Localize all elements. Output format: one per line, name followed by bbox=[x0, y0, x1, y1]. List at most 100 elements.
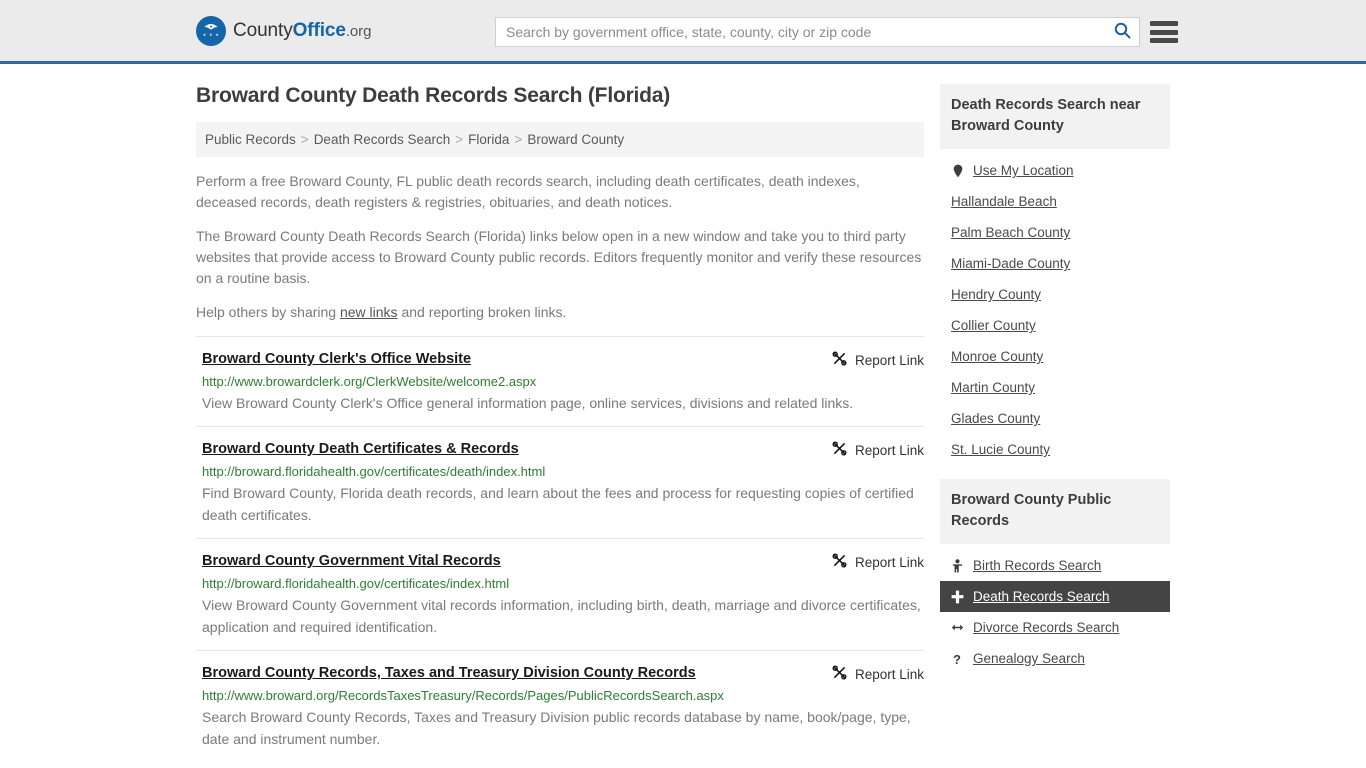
logo-county-text: County bbox=[233, 19, 293, 41]
breadcrumb-item-broward-county[interactable]: Broward County bbox=[527, 132, 624, 147]
site-logo[interactable]: CountyOffice.org bbox=[196, 15, 371, 46]
result-item: Broward County Death Certificates & Reco… bbox=[196, 426, 924, 538]
question-mark-icon: ? bbox=[951, 652, 964, 666]
sidebar-item-monroe-county[interactable]: Monroe County bbox=[940, 341, 1170, 372]
baby-icon bbox=[951, 558, 964, 573]
search-bar[interactable] bbox=[495, 17, 1140, 47]
public-records-panel-heading: Broward County Public Records bbox=[940, 479, 1170, 544]
sidebar-item-label: Genealogy Search bbox=[973, 651, 1085, 666]
sidebar-item-label: Glades County bbox=[951, 411, 1041, 426]
sidebar-item-divorce-records-search[interactable]: Divorce Records Search bbox=[940, 612, 1170, 643]
public-records-list: Birth Records Search Death Records Searc… bbox=[940, 544, 1170, 678]
sidebar-item-collier-county[interactable]: Collier County bbox=[940, 310, 1170, 341]
report-link-button[interactable]: Report Link bbox=[812, 350, 924, 369]
page-title: Broward County Death Records Search (Flo… bbox=[196, 84, 671, 107]
double-arrow-icon bbox=[951, 622, 964, 633]
result-url[interactable]: http://www.broward.org/RecordsTaxesTreas… bbox=[202, 687, 924, 704]
result-item: Broward County Records, Taxes and Treasu… bbox=[196, 650, 924, 762]
report-link-button[interactable]: Report Link bbox=[812, 552, 924, 571]
sidebar-item-label: Martin County bbox=[951, 380, 1036, 395]
sidebar-item-hallandale-beach[interactable]: Hallandale Beach bbox=[940, 186, 1170, 217]
hamburger-bar bbox=[1150, 21, 1178, 26]
sidebar-item-label: Birth Records Search bbox=[973, 558, 1102, 573]
nearby-links-list: Use My Location Hallandale Beach Palm Be… bbox=[940, 149, 1170, 469]
hamburger-bar bbox=[1150, 38, 1178, 43]
logo-org-text: .org bbox=[345, 22, 372, 40]
intro-paragraph-3: Help others by sharing new links and rep… bbox=[196, 302, 924, 323]
sidebar-item-label: Divorce Records Search bbox=[973, 620, 1120, 635]
sidebar-item-label: Hallandale Beach bbox=[951, 194, 1057, 209]
result-title-link[interactable]: Broward County Government Vital Records bbox=[202, 552, 501, 571]
sidebar-item-label: Collier County bbox=[951, 318, 1036, 333]
map-pin-icon bbox=[951, 164, 964, 178]
report-link-button[interactable]: Report Link bbox=[812, 440, 924, 459]
result-url[interactable]: http://broward.floridahealth.gov/certifi… bbox=[202, 463, 924, 480]
sidebar-item-label: Monroe County bbox=[951, 349, 1044, 364]
result-url[interactable]: http://www.browardclerk.org/ClerkWebsite… bbox=[202, 373, 924, 390]
breadcrumb-item-public-records[interactable]: Public Records bbox=[205, 132, 296, 147]
intro-text: Perform a free Broward County, FL public… bbox=[196, 171, 924, 323]
broken-link-icon bbox=[832, 441, 847, 459]
cross-icon bbox=[951, 590, 964, 604]
sidebar-item-hendry-county[interactable]: Hendry County bbox=[940, 279, 1170, 310]
result-description: Find Broward County, Florida death recor… bbox=[202, 485, 914, 523]
sidebar-item-birth-records-search[interactable]: Birth Records Search bbox=[940, 550, 1170, 581]
svg-text:?: ? bbox=[953, 652, 961, 666]
logo-office-text: Office bbox=[292, 19, 346, 41]
broken-link-icon bbox=[832, 553, 847, 571]
breadcrumb: Public Records > Death Records Search > Flor… bbox=[196, 122, 924, 157]
result-url[interactable]: http://broward.floridahealth.gov/certifi… bbox=[202, 575, 924, 592]
result-item: Broward County Government Vital Records … bbox=[196, 538, 924, 650]
sidebar-item-martin-county[interactable]: Martin County bbox=[940, 372, 1170, 403]
report-link-label: Report Link bbox=[854, 352, 924, 368]
sidebar-item-label: Death Records Search bbox=[973, 589, 1110, 604]
result-title-link[interactable]: Broward County Clerk's Office Website bbox=[202, 350, 471, 369]
sidebar-item-miami-dade-county[interactable]: Miami-Dade County bbox=[940, 248, 1170, 279]
search-icon bbox=[1114, 22, 1131, 42]
search-button[interactable] bbox=[1105, 18, 1139, 46]
sidebar-item-label: Palm Beach County bbox=[951, 225, 1071, 240]
sidebar-item-label: Hendry County bbox=[951, 287, 1042, 302]
share-text-after: and reporting broken links. bbox=[397, 304, 567, 320]
sidebar-item-st-lucie-county[interactable]: St. Lucie County bbox=[940, 434, 1170, 465]
breadcrumb-item-death-records-search[interactable]: Death Records Search bbox=[314, 132, 451, 147]
broken-link-icon bbox=[832, 351, 847, 369]
sidebar-item-label: St. Lucie County bbox=[951, 442, 1051, 457]
report-link-label: Report Link bbox=[854, 442, 924, 458]
result-item: Broward County Clerk's Office Website Re… bbox=[196, 336, 924, 426]
intro-paragraph-2: The Broward County Death Records Search … bbox=[196, 228, 922, 286]
eagle-shield-logo-icon bbox=[196, 15, 226, 46]
sidebar-item-label: Use My Location bbox=[973, 163, 1074, 178]
report-link-button[interactable]: Report Link bbox=[812, 664, 924, 683]
breadcrumb-separator: > bbox=[514, 132, 523, 147]
search-input[interactable] bbox=[496, 24, 1105, 40]
sidebar-item-glades-county[interactable]: Glades County bbox=[940, 403, 1170, 434]
result-title-link[interactable]: Broward County Records, Taxes and Treasu… bbox=[202, 664, 696, 683]
result-description: Search Broward County Records, Taxes and… bbox=[202, 709, 911, 747]
result-title-link[interactable]: Broward County Death Certificates & Reco… bbox=[202, 440, 519, 459]
intro-paragraph-1: Perform a free Broward County, FL public… bbox=[196, 173, 860, 210]
breadcrumb-separator: > bbox=[300, 132, 309, 147]
sidebar-item-genealogy-search[interactable]: ? Genealogy Search bbox=[940, 643, 1170, 674]
report-link-label: Report Link bbox=[854, 554, 924, 570]
report-link-label: Report Link bbox=[854, 666, 924, 682]
sidebar-item-use-my-location[interactable]: Use My Location bbox=[940, 155, 1170, 186]
site-header: CountyOffice.org bbox=[0, 0, 1366, 64]
breadcrumb-item-florida[interactable]: Florida bbox=[468, 132, 509, 147]
result-description: View Broward County Clerk's Office gener… bbox=[202, 395, 854, 411]
main-content: Broward County Death Records Search (Flo… bbox=[196, 84, 924, 762]
nearby-panel-heading: Death Records Search near Broward County bbox=[940, 84, 1170, 149]
sidebar: Death Records Search near Broward County… bbox=[940, 84, 1170, 762]
sidebar-item-palm-beach-county[interactable]: Palm Beach County bbox=[940, 217, 1170, 248]
hamburger-menu-icon[interactable] bbox=[1150, 19, 1178, 45]
share-text-before: Help others by sharing bbox=[196, 304, 340, 320]
result-description: View Broward County Government vital rec… bbox=[202, 597, 921, 635]
hamburger-bar bbox=[1150, 29, 1178, 35]
broken-link-icon bbox=[832, 665, 847, 683]
new-links-link[interactable]: new links bbox=[340, 304, 398, 320]
logo-wordmark: CountyOffice.org bbox=[233, 20, 371, 42]
breadcrumb-separator: > bbox=[455, 132, 464, 147]
sidebar-item-death-records-search[interactable]: Death Records Search bbox=[940, 581, 1170, 612]
page-body: Broward County Death Records Search (Flo… bbox=[0, 64, 1366, 762]
sidebar-item-label: Miami-Dade County bbox=[951, 256, 1071, 271]
